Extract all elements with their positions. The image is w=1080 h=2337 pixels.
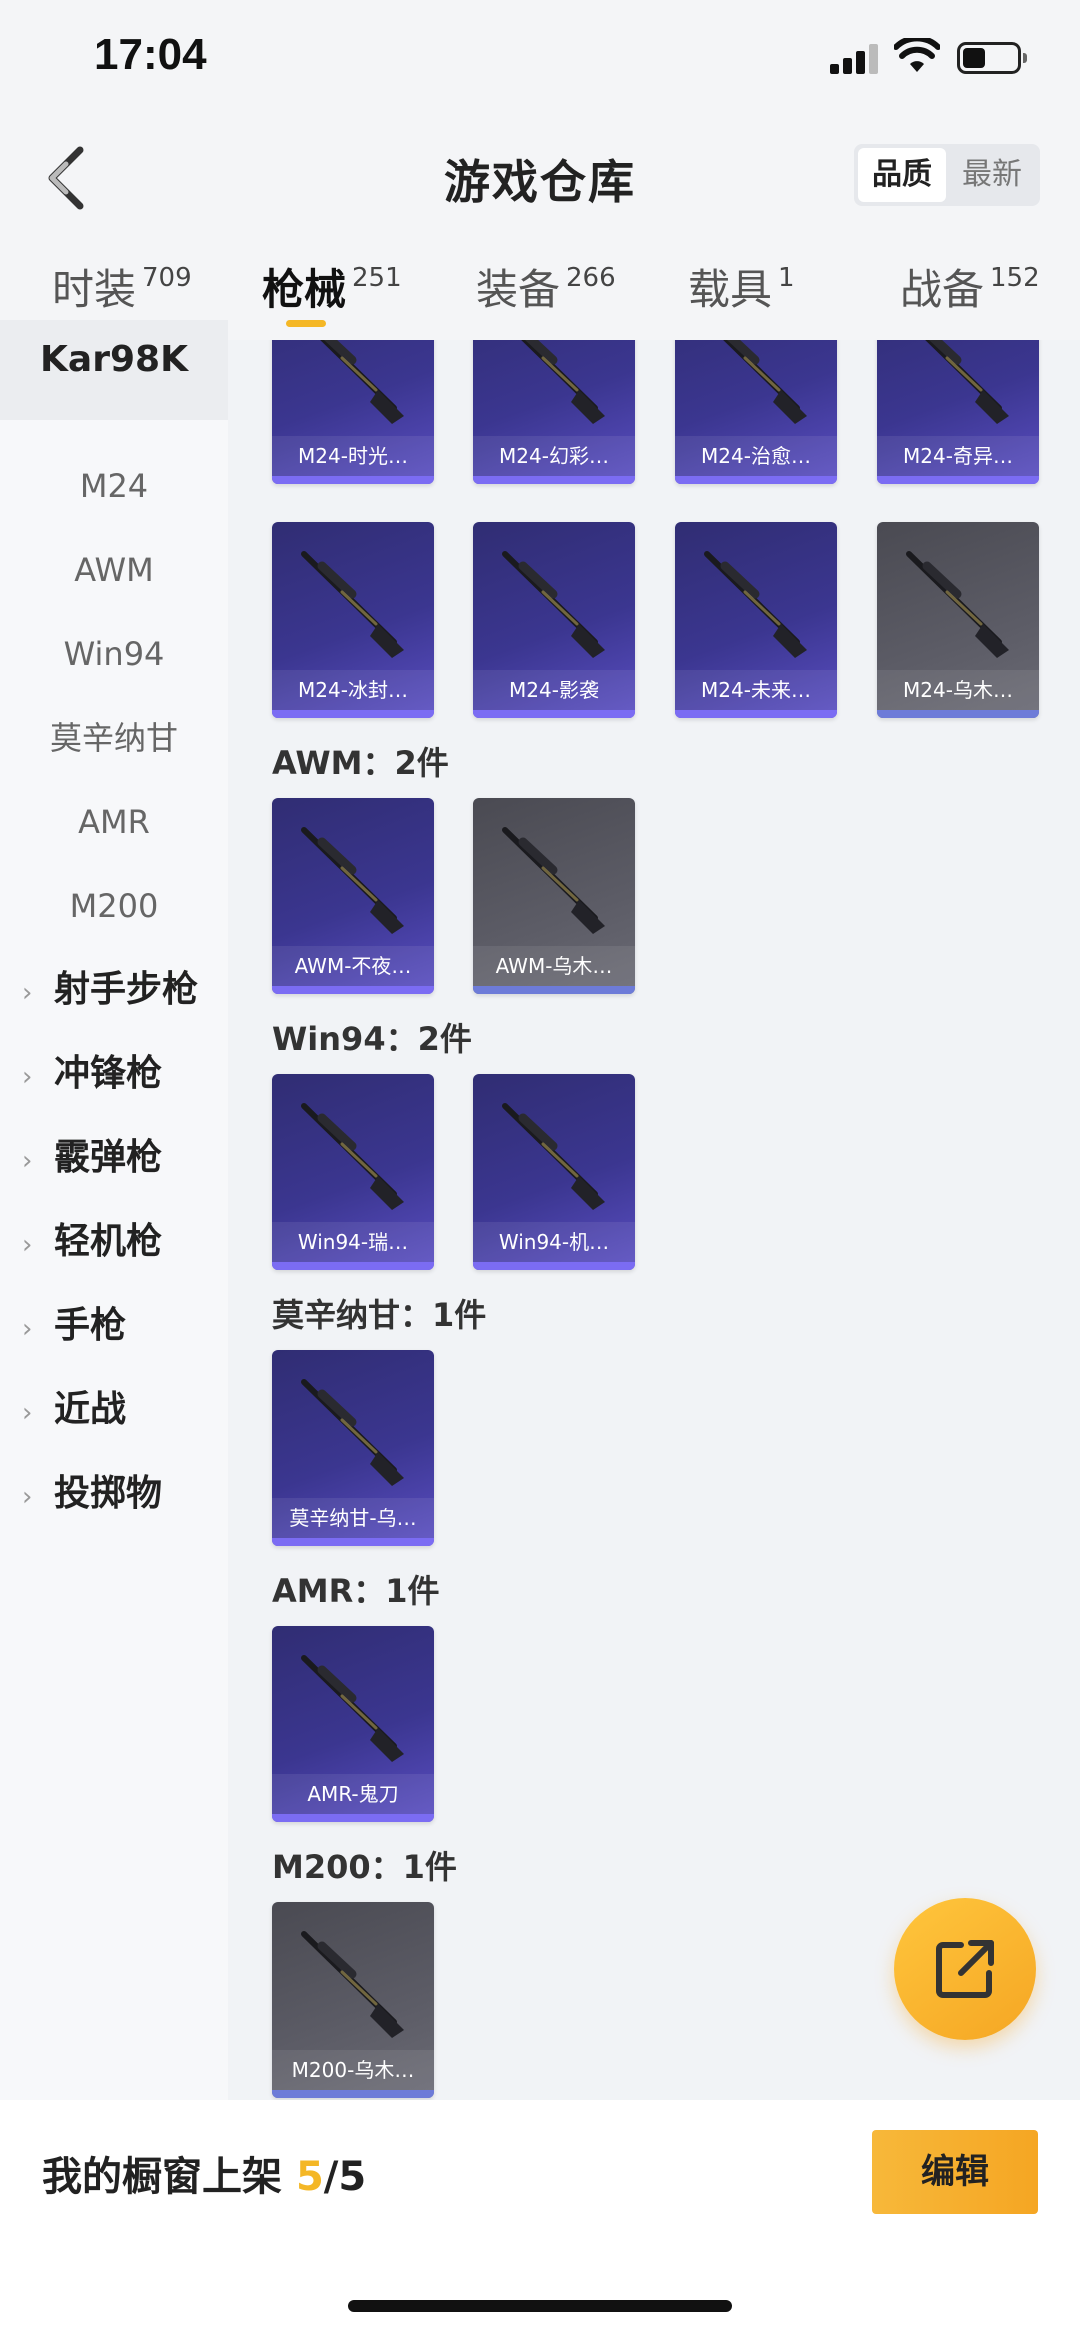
rifle-icon — [723, 340, 807, 424]
home-indicator — [348, 2300, 732, 2312]
sidebar-category-shotgun[interactable]: › 霰弹枪 — [22, 1128, 162, 1188]
chevron-right-icon: › — [22, 1230, 33, 1260]
rifle-icon — [301, 827, 404, 934]
rifle-icon — [301, 1379, 404, 1486]
header: 游戏仓库 品质 最新 时装 709 枪械 251 装备 266 载具 1 战备 152 — [0, 120, 1080, 340]
chevron-right-icon: › — [22, 1146, 33, 1176]
sidebar-category-pistol[interactable]: › 手枪 — [22, 1296, 126, 1356]
sidebar-category-smg[interactable]: › 冲锋枪 — [22, 1044, 162, 1104]
share-external-icon — [936, 1940, 994, 1998]
sidebar-category-throwable[interactable]: › 投掷物 — [22, 1464, 162, 1524]
tab-equipment[interactable]: 装备 266 — [476, 256, 616, 317]
section-header-awm: AWM：2件 — [272, 744, 449, 782]
weapon-skin-card[interactable]: M24-冰封… — [272, 522, 434, 718]
chevron-right-icon: › — [22, 1398, 33, 1428]
sidebar-item-win94[interactable]: Win94 — [0, 624, 228, 684]
weapon-skin-card[interactable]: AWM-不夜… — [272, 798, 434, 994]
chevron-right-icon: › — [22, 978, 33, 1008]
sidebar-category-lmg[interactable]: › 轻机枪 — [22, 1212, 162, 1272]
weapon-skin-card[interactable]: AMR-鬼刀 — [272, 1626, 434, 1822]
weapon-skin-card[interactable]: M24-幻彩… — [473, 340, 635, 484]
rifle-icon — [502, 1103, 605, 1210]
cellular-signal-icon — [830, 44, 880, 74]
item-grid: M24-时光… M24-幻彩… M24-治愈… M24-奇异… M24-冰封… … — [228, 340, 1080, 2100]
weapon-skin-card[interactable]: M24-治愈… — [675, 340, 837, 484]
weapon-skin-card[interactable]: M24-奇异… — [877, 340, 1039, 484]
weapon-skin-card[interactable]: M24-时光… — [272, 340, 434, 484]
active-tab-indicator — [286, 320, 326, 327]
tab-firearms[interactable]: 枪械 251 — [262, 256, 402, 317]
sidebar: Kar98K M24 AWM Win94 莫辛纳甘 AMR M200 › 射手步枪… — [0, 320, 228, 2100]
sidebar-item-amr[interactable]: AMR — [0, 792, 228, 852]
weapon-skin-card[interactable]: Win94-瑞… — [272, 1074, 434, 1270]
weapon-skin-card[interactable]: AWM-乌木… — [473, 798, 635, 994]
sort-by-newest-button[interactable]: 最新 — [948, 148, 1036, 202]
sort-by-quality-button[interactable]: 品质 — [858, 148, 946, 202]
wifi-icon — [894, 38, 940, 72]
section-header-win94: Win94：2件 — [272, 1020, 472, 1058]
weapon-skin-card[interactable]: Win94-机… — [473, 1074, 635, 1270]
rifle-icon — [320, 340, 404, 424]
weapon-skin-card[interactable]: M24-影袭 — [473, 522, 635, 718]
status-bar: 17:04 — [0, 0, 1080, 120]
sidebar-item-mosin[interactable]: 莫辛纳甘 — [0, 708, 228, 768]
section-header-m200: M200：1件 — [272, 1848, 457, 1886]
rifle-icon — [301, 1931, 404, 2038]
sidebar-item-awm[interactable]: AWM — [0, 540, 228, 600]
sidebar-category-dmr[interactable]: › 射手步枪 — [22, 960, 198, 1020]
sidebar-item-m200[interactable]: M200 — [0, 876, 228, 936]
edit-button[interactable]: 编辑 — [872, 2130, 1038, 2214]
weapon-skin-card[interactable]: M24-乌木… — [877, 522, 1039, 718]
chevron-right-icon: › — [22, 1062, 33, 1092]
status-time: 17:04 — [94, 30, 207, 79]
tab-supplies[interactable]: 战备 152 — [900, 256, 1040, 317]
rifle-icon — [521, 340, 605, 424]
weapon-skin-card[interactable]: 莫辛纳甘-乌… — [272, 1350, 434, 1546]
tab-vehicles[interactable]: 载具 1 — [688, 256, 795, 317]
rifle-icon — [301, 551, 404, 658]
rifle-icon — [502, 551, 605, 658]
rifle-icon — [925, 340, 1009, 424]
sidebar-category-melee[interactable]: › 近战 — [22, 1380, 126, 1440]
tab-fashion[interactable]: 时装 709 — [52, 256, 192, 317]
battery-icon — [957, 42, 1027, 74]
weapon-skin-card[interactable]: M24-未来… — [675, 522, 837, 718]
share-button[interactable] — [894, 1898, 1036, 2040]
rifle-icon — [301, 1103, 404, 1210]
sort-toggle: 品质 最新 — [854, 144, 1040, 206]
chevron-right-icon: › — [22, 1314, 33, 1344]
chevron-right-icon: › — [22, 1482, 33, 1512]
showcase-count: 我的橱窗上架 5/5 — [42, 2154, 367, 2200]
rifle-icon — [301, 1655, 404, 1762]
sidebar-item-kar98k[interactable]: Kar98K — [0, 320, 228, 420]
rifle-icon — [906, 551, 1009, 658]
weapon-skin-card[interactable]: M200-乌木… — [272, 1902, 434, 2098]
rifle-icon — [704, 551, 807, 658]
section-header-mosin: 莫辛纳甘：1件 — [272, 1296, 487, 1334]
sidebar-item-m24[interactable]: M24 — [0, 456, 228, 516]
rifle-icon — [502, 827, 605, 934]
section-header-amr: AMR：1件 — [272, 1572, 440, 1610]
